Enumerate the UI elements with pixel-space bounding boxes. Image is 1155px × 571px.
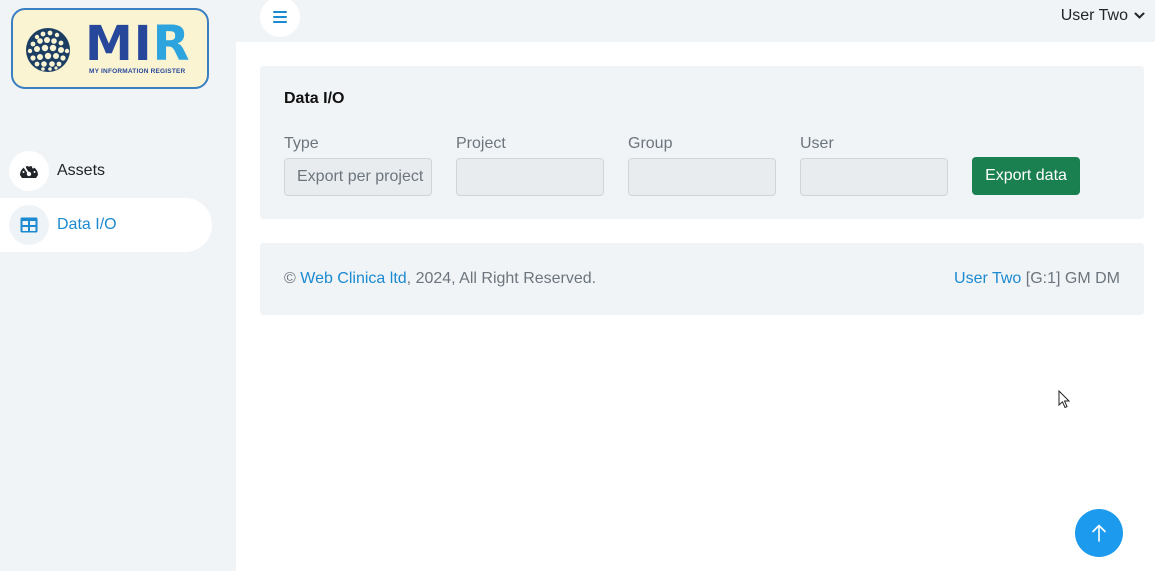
user-select[interactable] — [800, 158, 948, 196]
user-menu-dropdown[interactable]: User Two — [1061, 7, 1145, 25]
footer-user-info: User Two [G:1] GM DM — [954, 270, 1120, 288]
data-io-card: Data I/O Type Export per project Project… — [260, 66, 1144, 219]
sidebar-toggle-button[interactable] — [260, 0, 300, 37]
sidebar: MIR MY INFORMATION REGISTER Assets Data … — [0, 0, 236, 571]
export-data-button[interactable]: Export data — [972, 157, 1080, 195]
group-select[interactable] — [628, 158, 776, 196]
sidebar-item-label: Data I/O — [57, 216, 117, 233]
card-title: Data I/O — [284, 90, 345, 107]
logo-title: MIR — [85, 16, 191, 72]
sidebar-item-data-io[interactable]: Data I/O — [0, 198, 212, 252]
project-label: Project — [456, 135, 506, 152]
globe-dots-icon — [26, 28, 70, 72]
type-select[interactable]: Export per project — [284, 158, 432, 196]
user-roles: [G:1] GM DM — [1025, 270, 1120, 287]
top-bar: User Two — [236, 0, 1155, 42]
speedometer-icon — [9, 151, 49, 191]
hamburger-icon — [273, 11, 287, 23]
user-field: User — [800, 135, 948, 196]
footer: © Web Clinica ltd, 2024, All Right Reser… — [260, 243, 1144, 315]
copyright: © Web Clinica ltd, 2024, All Right Reser… — [284, 270, 596, 288]
group-label: Group — [628, 135, 673, 152]
sidebar-item-assets[interactable]: Assets — [0, 144, 212, 198]
project-select[interactable] — [456, 158, 604, 196]
sidebar-item-label: Assets — [57, 162, 106, 179]
type-label: Type — [284, 135, 319, 152]
project-field: Project — [456, 135, 604, 196]
chevron-down-icon — [1134, 12, 1145, 19]
scroll-to-top-button[interactable] — [1075, 509, 1123, 557]
company-link[interactable]: Web Clinica ltd — [300, 270, 406, 287]
user-label: User — [800, 135, 834, 152]
footer-user-link[interactable]: User Two — [954, 270, 1021, 287]
table-icon — [9, 205, 49, 245]
rights-text: , 2024, All Right Reserved. — [406, 270, 597, 287]
app-logo[interactable]: MIR MY INFORMATION REGISTER — [11, 8, 209, 89]
user-name: User Two — [1060, 7, 1128, 24]
logo-tagline: MY INFORMATION REGISTER — [89, 68, 186, 75]
type-field: Type Export per project — [284, 135, 432, 196]
arrow-up-icon — [1092, 524, 1106, 542]
mouse-cursor-icon — [1058, 390, 1071, 409]
group-field: Group — [628, 135, 776, 196]
copyright-symbol: © — [284, 270, 296, 287]
